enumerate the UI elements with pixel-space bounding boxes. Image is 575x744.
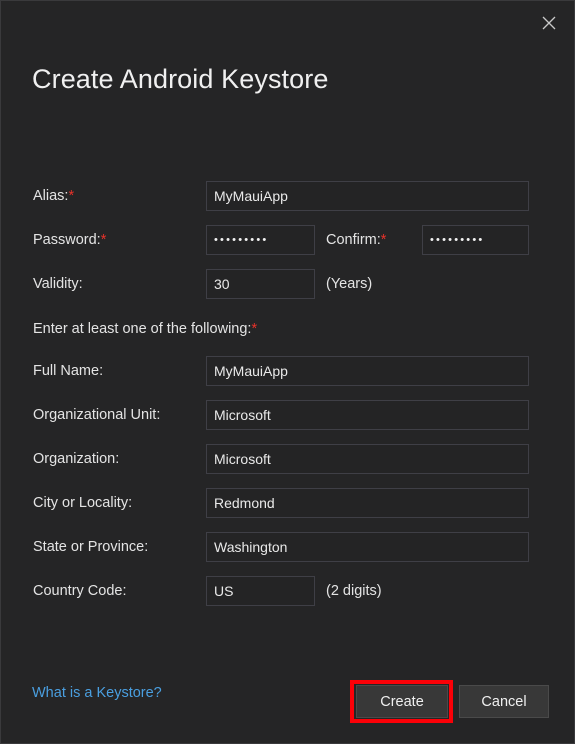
- state-or-province-input[interactable]: Washington: [206, 532, 529, 562]
- page-title: Create Android Keystore: [32, 64, 329, 94]
- form-row-state-or-province: State or Province: Washington: [1, 525, 574, 569]
- what-is-a-keystore-link[interactable]: What is a Keystore?: [32, 685, 162, 701]
- required-marker: *: [380, 232, 387, 248]
- organizational-unit-input[interactable]: Microsoft: [206, 400, 529, 430]
- full-name-input-value: MyMauiApp: [214, 363, 288, 379]
- required-marker: *: [251, 321, 258, 337]
- form-row-password: Password:* ••••••••• Confirm:* •••••••••: [1, 218, 574, 262]
- label-country-code: Country Code:: [33, 583, 127, 599]
- state-or-province-input-value: Washington: [214, 539, 288, 555]
- label-confirm: Confirm:*: [326, 232, 387, 248]
- country-code-hint-label: (2 digits): [326, 583, 382, 599]
- password-input[interactable]: •••••••••: [206, 225, 315, 255]
- country-code-input[interactable]: US: [206, 576, 315, 606]
- form-row-alias: Alias:* MyMauiApp: [1, 174, 574, 218]
- alias-input[interactable]: MyMauiApp: [206, 181, 529, 211]
- validity-unit-label: (Years): [326, 276, 373, 292]
- form-row-country-code: Country Code: US (2 digits): [1, 569, 574, 613]
- label-full-name: Full Name:: [33, 363, 104, 379]
- label-organizational-unit: Organizational Unit:: [33, 407, 161, 423]
- close-icon[interactable]: [532, 7, 566, 39]
- section-note: Enter at least one of the following:*: [33, 321, 258, 337]
- form-row-validity: Validity: 30 (Years): [1, 262, 574, 306]
- cancel-button[interactable]: Cancel: [459, 685, 549, 718]
- label-password: Password:*: [33, 232, 107, 248]
- label-validity: Validity:: [33, 276, 83, 292]
- password-input-value: •••••••••: [214, 233, 269, 246]
- city-or-locality-input[interactable]: Redmond: [206, 488, 529, 518]
- label-organization: Organization:: [33, 451, 120, 467]
- form-row-full-name: Full Name: MyMauiApp: [1, 349, 574, 393]
- form-row-organization: Organization: Microsoft: [1, 437, 574, 481]
- form-row-organizational-unit: Organizational Unit: Microsoft: [1, 393, 574, 437]
- validity-input[interactable]: 30: [206, 269, 315, 299]
- label-city-or-locality: City or Locality:: [33, 495, 133, 511]
- organization-input-value: Microsoft: [214, 451, 271, 467]
- form-row-city-or-locality: City or Locality: Redmond: [1, 481, 574, 525]
- organizational-unit-input-value: Microsoft: [214, 407, 271, 423]
- full-name-input[interactable]: MyMauiApp: [206, 356, 529, 386]
- label-alias: Alias:*: [33, 188, 75, 204]
- create-android-keystore-dialog: Create Android Keystore Alias:* MyMauiAp…: [0, 0, 575, 744]
- organization-input[interactable]: Microsoft: [206, 444, 529, 474]
- required-marker: *: [68, 188, 75, 204]
- close-icon-glyph: [542, 16, 556, 30]
- confirm-password-input[interactable]: •••••••••: [422, 225, 529, 255]
- city-or-locality-input-value: Redmond: [214, 495, 275, 511]
- create-button[interactable]: Create: [356, 685, 448, 718]
- required-marker: *: [100, 232, 107, 248]
- alias-input-value: MyMauiApp: [214, 188, 288, 204]
- validity-input-value: 30: [214, 276, 230, 292]
- country-code-input-value: US: [214, 583, 234, 599]
- label-state-or-province: State or Province:: [33, 539, 149, 555]
- confirm-password-input-value: •••••••••: [430, 233, 485, 246]
